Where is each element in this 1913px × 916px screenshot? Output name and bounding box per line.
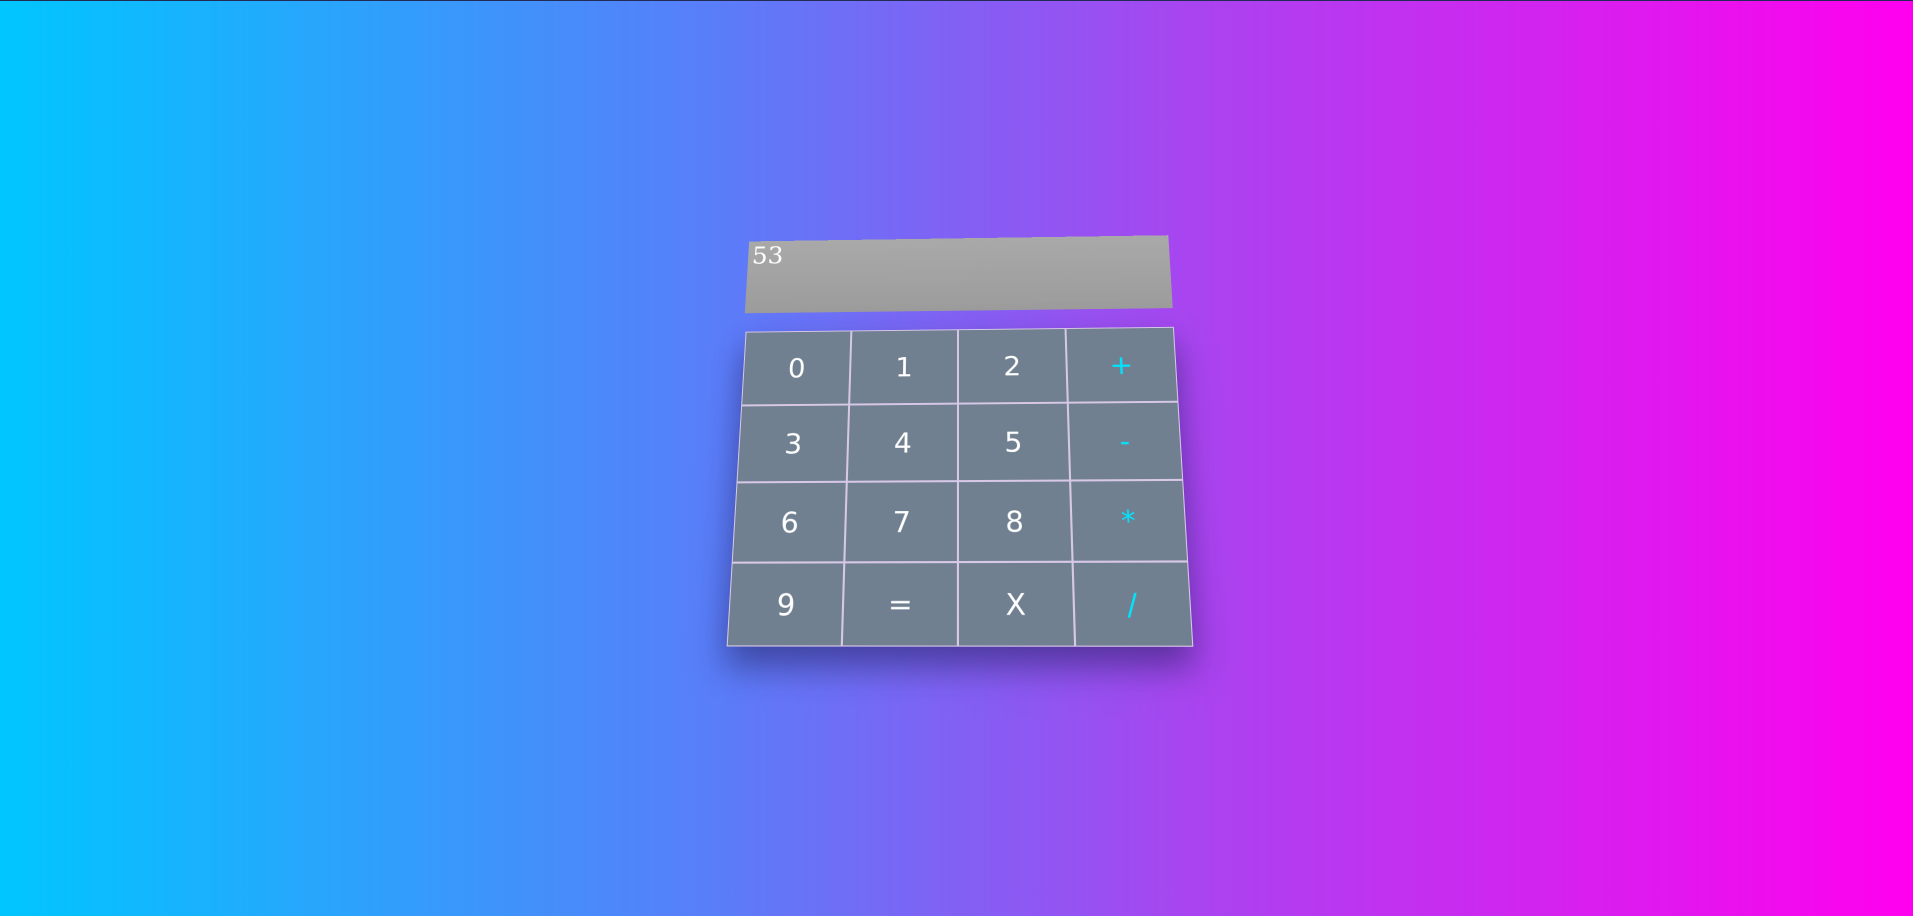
- key-clear[interactable]: X: [957, 561, 1076, 647]
- key-3[interactable]: 3: [736, 404, 850, 483]
- keypad: 0 1 2 + 3 4 5 - 6 7 8 * 9 = X /: [726, 326, 1194, 647]
- key-4[interactable]: 4: [846, 403, 958, 482]
- key-0[interactable]: 0: [741, 330, 852, 406]
- key-divide[interactable]: /: [1072, 561, 1194, 647]
- key-minus[interactable]: -: [1067, 401, 1184, 481]
- key-2[interactable]: 2: [957, 328, 1068, 404]
- key-multiply[interactable]: *: [1070, 479, 1189, 562]
- calculator-scene: 53 0 1 2 + 3 4 5 - 6 7 8 * 9 = X /: [726, 226, 1194, 647]
- calculator: 53 0 1 2 + 3 4 5 - 6 7 8 * 9 = X /: [714, 235, 1209, 647]
- key-8[interactable]: 8: [957, 480, 1073, 563]
- key-5[interactable]: 5: [957, 402, 1071, 482]
- calculator-display: 53: [744, 235, 1173, 314]
- key-9[interactable]: 9: [726, 562, 845, 647]
- key-6[interactable]: 6: [731, 481, 847, 563]
- display-value: 53: [751, 242, 785, 270]
- top-border-line: [0, 0, 1913, 1]
- key-1[interactable]: 1: [849, 329, 959, 405]
- key-plus[interactable]: +: [1065, 326, 1179, 403]
- key-7[interactable]: 7: [844, 481, 958, 563]
- key-equals[interactable]: =: [841, 562, 958, 647]
